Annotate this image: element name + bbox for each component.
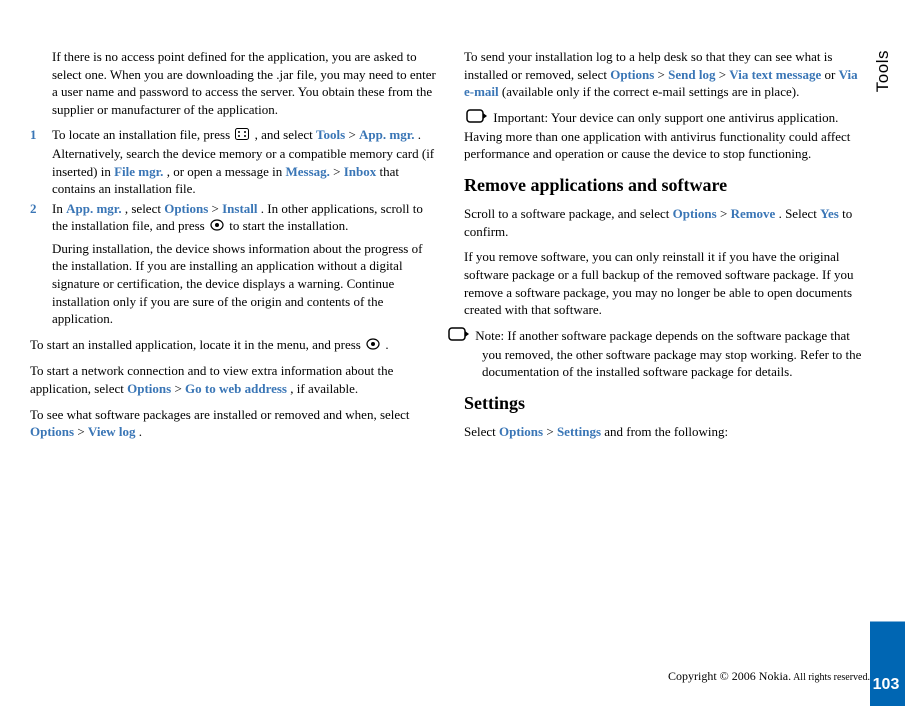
heading-remove: Remove applications and software — [464, 173, 870, 197]
link-app-mgr: App. mgr. — [359, 127, 415, 142]
start-app-paragraph: To start an installed application, locat… — [30, 336, 436, 355]
step-2: 2 In App. mgr. , select Options > Instal… — [30, 200, 436, 328]
link-view-log: View log — [88, 424, 136, 439]
link-file-mgr: File mgr. — [114, 164, 163, 179]
menu-key-icon — [235, 127, 249, 145]
gt: > — [333, 164, 344, 179]
important-note: Important: Your device can only support … — [464, 109, 870, 163]
remove-text-a: Scroll to a software package, and select — [464, 206, 673, 221]
left-column: If there is no access point defined for … — [30, 48, 436, 676]
gt: > — [348, 127, 359, 142]
important-text: Important: Your device can only support … — [464, 110, 850, 162]
step-1-text-b: , and select — [255, 127, 316, 142]
gt: > — [77, 424, 88, 439]
step-2-text-b: , select — [125, 201, 164, 216]
link-tools: Tools — [316, 127, 345, 142]
start-app-text-a: To start an installed application, locat… — [30, 337, 364, 352]
step-2-text-d: to start the installation. — [229, 218, 348, 233]
footer: Copyright © 2006 Nokia. All rights reser… — [668, 669, 870, 684]
note-text: Note: If another software package depend… — [475, 328, 861, 380]
link-options-4: Options — [610, 67, 654, 82]
intro-paragraph: If there is no access point defined for … — [30, 48, 436, 118]
settings-text-b: and from the following: — [604, 424, 728, 439]
link-inbox: Inbox — [344, 164, 377, 179]
copyright-sub: All rights reserved. — [791, 672, 870, 683]
link-install: Install — [222, 201, 257, 216]
network-paragraph: To start a network connection and to vie… — [30, 362, 436, 397]
step-2-text-e: During installation, the device shows in… — [52, 241, 422, 326]
link-app-mgr-2: App. mgr. — [66, 201, 122, 216]
copyright-main: Copyright © 2006 Nokia. — [668, 669, 791, 683]
step-2-text-a: In — [52, 201, 66, 216]
gt: > — [546, 424, 557, 439]
link-send-log: Send log — [668, 67, 715, 82]
link-messag: Messag. — [285, 164, 329, 179]
link-options: Options — [164, 201, 208, 216]
gt: > — [720, 206, 731, 221]
link-remove: Remove — [731, 206, 776, 221]
sendlog-text-b: (available only if the correct e-mail se… — [502, 84, 799, 99]
link-yes: Yes — [820, 206, 839, 221]
link-via-text: Via text message — [729, 67, 821, 82]
settings-text-a: Select — [464, 424, 499, 439]
remove-text-b: . Select — [779, 206, 821, 221]
viewlog-text-a: To see what software packages are instal… — [30, 407, 410, 422]
page-number: 103 — [870, 676, 902, 694]
remove-consequence: If you remove software, you can only rei… — [464, 248, 870, 318]
network-text-b: , if available. — [290, 381, 358, 396]
note-paragraph: Note: If another software package depend… — [464, 327, 870, 381]
scroll-key-icon — [210, 218, 224, 236]
note-icon — [466, 327, 470, 346]
start-app-text-b: . — [385, 337, 388, 352]
gt: > — [174, 381, 185, 396]
gt: > — [719, 67, 730, 82]
heading-settings: Settings — [464, 391, 870, 415]
step-1-text-d: , or open a message in — [167, 164, 286, 179]
link-options-3: Options — [30, 424, 74, 439]
viewlog-text-b: . — [139, 424, 142, 439]
important-icon — [466, 109, 488, 128]
link-options-5: Options — [673, 206, 717, 221]
gt: > — [658, 67, 669, 82]
scroll-key-icon-2 — [366, 337, 380, 355]
step-1-text-a: To locate an installation file, press — [52, 127, 233, 142]
link-options-6: Options — [499, 424, 543, 439]
page-content: If there is no access point defined for … — [0, 0, 905, 706]
sendlog-paragraph: To send your installation log to a help … — [464, 48, 870, 101]
step-2-marker: 2 — [30, 200, 37, 218]
gt: > — [212, 201, 223, 216]
viewlog-paragraph: To see what software packages are instal… — [30, 406, 436, 441]
or: or — [824, 67, 838, 82]
remove-paragraph: Scroll to a software package, and select… — [464, 205, 870, 240]
link-options-2: Options — [127, 381, 171, 396]
page-number-stripe — [870, 0, 905, 706]
step-1: 1 To locate an installation file, press … — [30, 126, 436, 197]
section-label: Tools — [873, 50, 893, 92]
right-column: To send your installation log to a help … — [464, 48, 870, 676]
link-goto-web: Go to web address — [185, 381, 287, 396]
settings-paragraph: Select Options > Settings and from the f… — [464, 423, 870, 441]
step-1-marker: 1 — [30, 126, 37, 144]
link-settings: Settings — [557, 424, 601, 439]
